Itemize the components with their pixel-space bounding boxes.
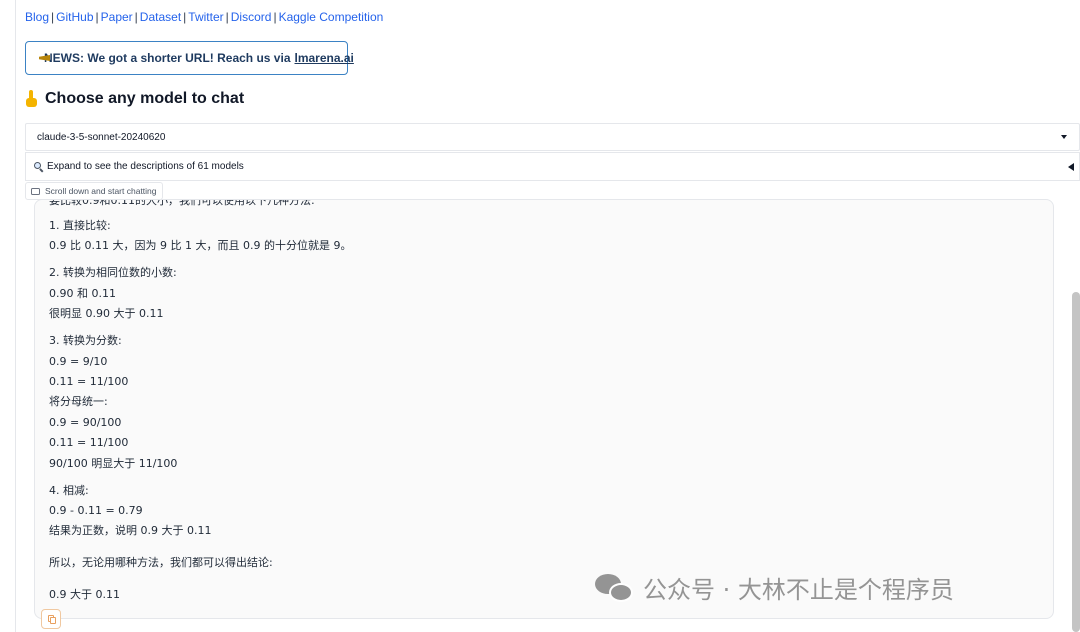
message-line: 0.9 - 0.11 = 0.79 (49, 504, 143, 517)
chatbot-label: Scroll down and start chatting (25, 182, 163, 200)
copy-button[interactable] (41, 609, 61, 629)
top-links: Blog | GitHub | Paper | Dataset | Twitter | Discor… (25, 10, 383, 24)
message-line: 将分母统一: (49, 395, 108, 408)
news-banner: NEWS: We got a shorter URL! Reach us via… (25, 41, 354, 75)
message-line: 结果为正数，说明 0.9 大于 0.11 (49, 524, 212, 537)
link-separator: | (95, 10, 99, 24)
dataset-link[interactable]: Dataset (140, 10, 181, 24)
heading-text: Choose any model to chat (45, 90, 245, 107)
lmarena-link[interactable]: lmarena.ai (295, 51, 354, 65)
collapse-triangle-icon[interactable] (1068, 163, 1074, 171)
message-line: 0.9 比 0.11 大，因为 9 比 1 大，而且 0.9 的十分位就是 9。 (49, 239, 352, 252)
message-line: 1. 直接比较: (49, 219, 111, 232)
model-descriptions-expander[interactable]: Expand to see the descriptions of 61 mod… (25, 152, 1080, 181)
magnifier-icon (34, 161, 44, 172)
expander-label: Expand to see the descriptions of 61 mod… (47, 161, 244, 172)
message-line: 0.90 和 0.11 (49, 287, 116, 300)
model-dropdown-value: claude-3-5-sonnet-20240620 (37, 131, 166, 143)
watermark: 公众号 · 大林不止是个程序员 (595, 570, 954, 605)
link-separator: | (273, 10, 277, 24)
link-separator: | (51, 10, 55, 24)
wechat-icon (595, 572, 635, 604)
message-line: 所以，无论用哪种方法，我们都可以得出结论: (49, 556, 273, 569)
chatbot-label-text: Scroll down and start chatting (45, 186, 157, 196)
message-line: 0.11 = 11/100 (49, 375, 129, 388)
left-rail (15, 0, 16, 632)
page-heading: Choose any model to chat (25, 90, 244, 108)
link-separator: | (183, 10, 187, 24)
page-scrollbar[interactable] (1072, 292, 1080, 632)
message-line: 很明显 0.90 大于 0.11 (49, 307, 164, 320)
model-dropdown[interactable]: claude-3-5-sonnet-20240620 (25, 123, 1080, 151)
chat-icon (31, 187, 40, 195)
message-line: 4. 相减: (49, 484, 89, 497)
link-separator: | (225, 10, 229, 24)
dropdown-caret-icon[interactable] (1061, 135, 1067, 139)
pointing-down-hand-icon (25, 90, 39, 108)
message-line: 2. 转换为相同位数的小数: (49, 266, 177, 279)
message-line: 3. 转换为分数: (49, 334, 122, 347)
paper-link[interactable]: Paper (101, 10, 133, 24)
message-line: 0.9 大于 0.11 (49, 588, 120, 601)
message-line: 0.9 = 9/10 (49, 355, 108, 368)
link-separator: | (134, 10, 138, 24)
kaggle-competition-link[interactable]: Kaggle Competition (279, 10, 384, 24)
discord-link[interactable]: Discord (231, 10, 272, 24)
twitter-link[interactable]: Twitter (188, 10, 223, 24)
message-line: 0.9 = 90/100 (49, 416, 122, 429)
github-link[interactable]: GitHub (56, 10, 93, 24)
news-text: NEWS: We got a shorter URL! Reach us via (44, 51, 291, 65)
message-line: 要比较0.9和0.11的大小，我们可以使用以下几种方法: (49, 199, 315, 207)
chat-window[interactable]: 要比较0.9和0.11的大小，我们可以使用以下几种方法: 1. 直接比较: 0.… (34, 199, 1054, 619)
message-line: 0.11 = 11/100 (49, 436, 129, 449)
watermark-text: 公众号 · 大林不止是个程序员 (643, 576, 954, 604)
message-line: 90/100 明显大于 11/100 (49, 457, 178, 470)
blog-link[interactable]: Blog (25, 10, 49, 24)
